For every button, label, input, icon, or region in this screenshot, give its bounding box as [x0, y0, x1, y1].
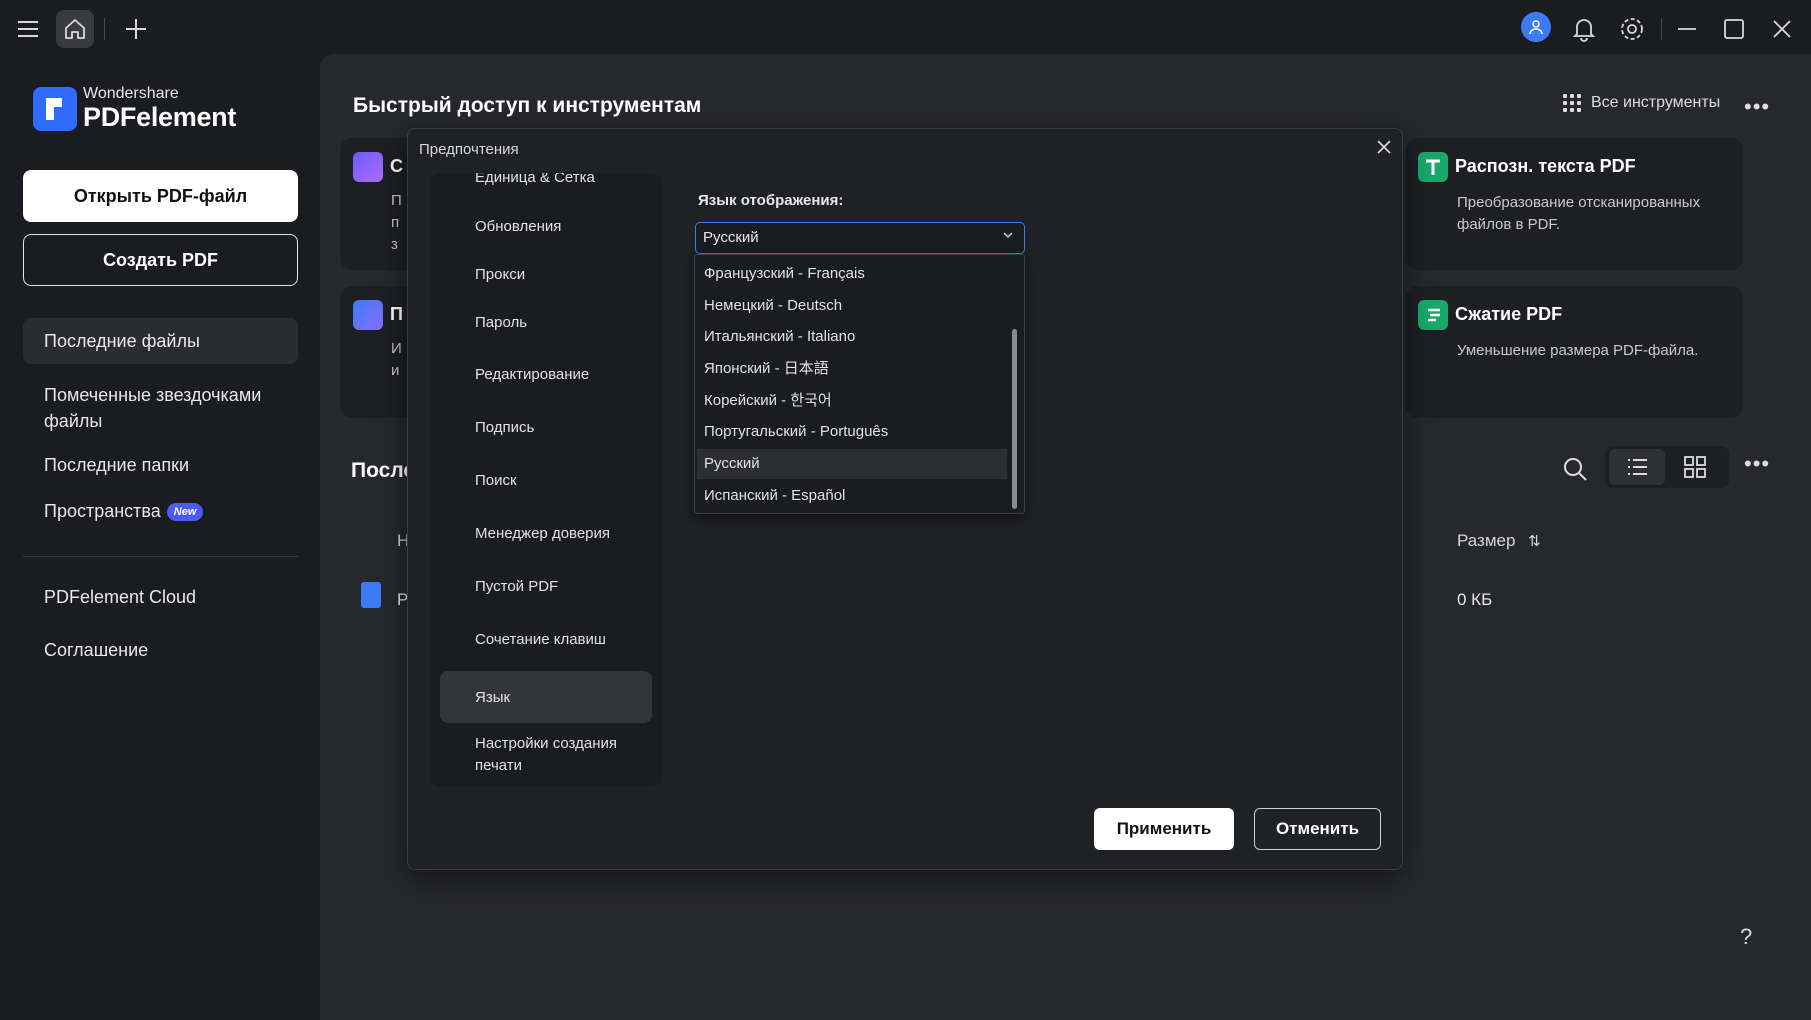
card-desc-line: п: [391, 214, 400, 231]
maximize-icon[interactable]: [1715, 10, 1753, 48]
nav-label: Соглашение: [44, 640, 149, 660]
dialog-title: Предпочтения: [419, 141, 519, 158]
more-icon[interactable]: •••: [1744, 94, 1770, 120]
more-icon[interactable]: •••: [1744, 451, 1770, 477]
pref-nav-updates[interactable]: Обновления: [440, 206, 652, 252]
pref-nav-proxy[interactable]: Прокси: [440, 259, 652, 305]
card-title: П: [390, 304, 403, 324]
nav-recent-folders[interactable]: Последние папки: [23, 442, 298, 488]
card-desc-line: з: [391, 236, 398, 253]
card-desc-line: и: [391, 362, 400, 379]
recent-section-title: После: [351, 459, 416, 482]
card-title: Распозн. текста PDF: [1455, 156, 1636, 176]
list-view-button[interactable]: [1609, 449, 1665, 485]
title-separator-2: [1661, 18, 1662, 40]
card-desc-line: П: [391, 192, 402, 209]
language-option-french[interactable]: Французский - Français: [697, 259, 1007, 289]
tool-card-ocr[interactable]: Распозн. текста PDF Преобразование отска…: [1406, 138, 1743, 270]
nav-spaces[interactable]: Пространства New: [23, 488, 298, 534]
pref-nav-language[interactable]: Язык: [440, 671, 652, 723]
logo-big-text: PDFelement: [83, 102, 237, 132]
sort-icon: ⇅: [1528, 533, 1541, 550]
pref-nav-signature[interactable]: Подпись: [440, 407, 652, 453]
preferences-nav: Единица & Сетка Обновления Прокси Пароль…: [430, 173, 662, 787]
pref-nav-editing[interactable]: Редактирование: [440, 354, 652, 400]
translate-icon: [353, 300, 383, 330]
language-option-italian[interactable]: Итальянский - Italiano: [697, 322, 1007, 352]
nav-agreement[interactable]: Соглашение: [23, 627, 298, 673]
minimize-icon[interactable]: [1668, 10, 1706, 48]
menu-icon[interactable]: [9, 10, 47, 48]
language-option-german[interactable]: Немецкий - Deutsch: [697, 291, 1007, 321]
dropdown-scrollbar[interactable]: [1012, 329, 1017, 509]
help-icon[interactable]: ?: [1740, 924, 1752, 950]
sidebar: Wondershare PDFelement Открыть PDF-файл …: [0, 56, 320, 1020]
nav-label: Помеченные звездочками файлы: [44, 385, 262, 431]
pref-nav-print-settings[interactable]: Настройки создания печати: [440, 729, 652, 781]
ocr-icon: [1418, 152, 1448, 182]
tool-card-compress[interactable]: Сжатие PDF Уменьшение размера PDF-файла.: [1406, 286, 1743, 418]
logo-icon: [33, 86, 77, 131]
dialog-close-icon[interactable]: [1376, 135, 1392, 161]
quick-access-title: Быстрый доступ к инструментам: [353, 94, 702, 117]
gear-icon[interactable]: [1613, 10, 1651, 48]
user-icon[interactable]: [1521, 12, 1551, 42]
nav-label: Пространства: [44, 501, 161, 521]
column-size-header[interactable]: Размер ⇅: [1457, 531, 1541, 551]
title-bar: [0, 0, 1811, 56]
pref-nav-blank-pdf[interactable]: Пустой PDF: [440, 566, 652, 612]
pref-nav-search[interactable]: Поиск: [440, 460, 652, 506]
plus-icon[interactable]: [117, 10, 155, 48]
bell-icon[interactable]: [1565, 10, 1603, 48]
view-toggle: [1605, 446, 1729, 488]
language-option-korean[interactable]: Корейский - 한국어: [697, 386, 1007, 416]
compress-icon: [1418, 300, 1448, 330]
home-icon[interactable]: [56, 10, 94, 48]
close-icon[interactable]: [1763, 10, 1801, 48]
chevron-down-icon: [1002, 229, 1014, 244]
app-logo: Wondershare PDFelement: [33, 86, 236, 131]
search-icon[interactable]: [1562, 456, 1588, 487]
nav-label: PDFelement Cloud: [44, 587, 197, 607]
card-desc: Преобразование отсканированных файлов в …: [1457, 194, 1701, 233]
create-pdf-button[interactable]: Создать PDF: [23, 234, 298, 286]
card-desc-line: И: [391, 340, 402, 357]
pref-nav-password[interactable]: Пароль: [440, 312, 652, 358]
language-dropdown: Французский - Français Немецкий - Deutsc…: [694, 254, 1025, 514]
language-select-value: Русский: [703, 229, 759, 246]
pref-nav-trust-manager[interactable]: Менеджер доверия: [440, 513, 652, 559]
card-title: С: [390, 156, 403, 176]
title-separator: [104, 18, 105, 40]
apps-grid-icon: [1563, 94, 1581, 112]
preferences-dialog: Предпочтения Единица & Сетка Обновления …: [407, 128, 1403, 870]
nav-cloud[interactable]: PDFelement Cloud: [23, 574, 298, 620]
pref-nav-shortcuts[interactable]: Сочетание клавиш: [440, 619, 652, 665]
language-option-russian[interactable]: Русский: [697, 449, 1007, 479]
grid-view-button[interactable]: [1683, 455, 1707, 484]
logo-small-text: Wondershare: [83, 85, 179, 102]
sidebar-divider: [23, 556, 298, 557]
nav-starred-files[interactable]: Помеченные звездочками файлы: [23, 372, 298, 444]
nav-recent-files[interactable]: Последние файлы: [23, 318, 298, 364]
open-pdf-button[interactable]: Открыть PDF-файл: [23, 170, 298, 222]
cancel-button[interactable]: Отменить: [1254, 808, 1381, 850]
language-option-portuguese[interactable]: Португальский - Português: [697, 417, 1007, 447]
card-title: Сжатие PDF: [1455, 304, 1563, 324]
apply-button[interactable]: Применить: [1094, 808, 1234, 850]
language-option-spanish[interactable]: Испанский - Español: [697, 481, 1007, 511]
card-desc: Уменьшение размера PDF-файла.: [1457, 342, 1699, 359]
nav-label: Последние файлы: [44, 331, 200, 351]
pref-nav-units[interactable]: Единица & Сетка: [440, 173, 652, 193]
language-option-japanese[interactable]: Японский - 日本語: [697, 354, 1007, 384]
language-select[interactable]: Русский: [695, 222, 1025, 254]
tool-icon: [353, 152, 383, 182]
new-badge: New: [166, 503, 204, 521]
column-size-label: Размер: [1457, 531, 1516, 550]
pdf-file-icon: [361, 582, 381, 608]
language-label: Язык отображения:: [698, 192, 844, 209]
file-size: 0 КБ: [1457, 590, 1493, 609]
all-tools-link[interactable]: Все инструменты: [1563, 94, 1720, 112]
nav-label: Последние папки: [44, 455, 190, 475]
all-tools-label: Все инструменты: [1591, 94, 1721, 111]
